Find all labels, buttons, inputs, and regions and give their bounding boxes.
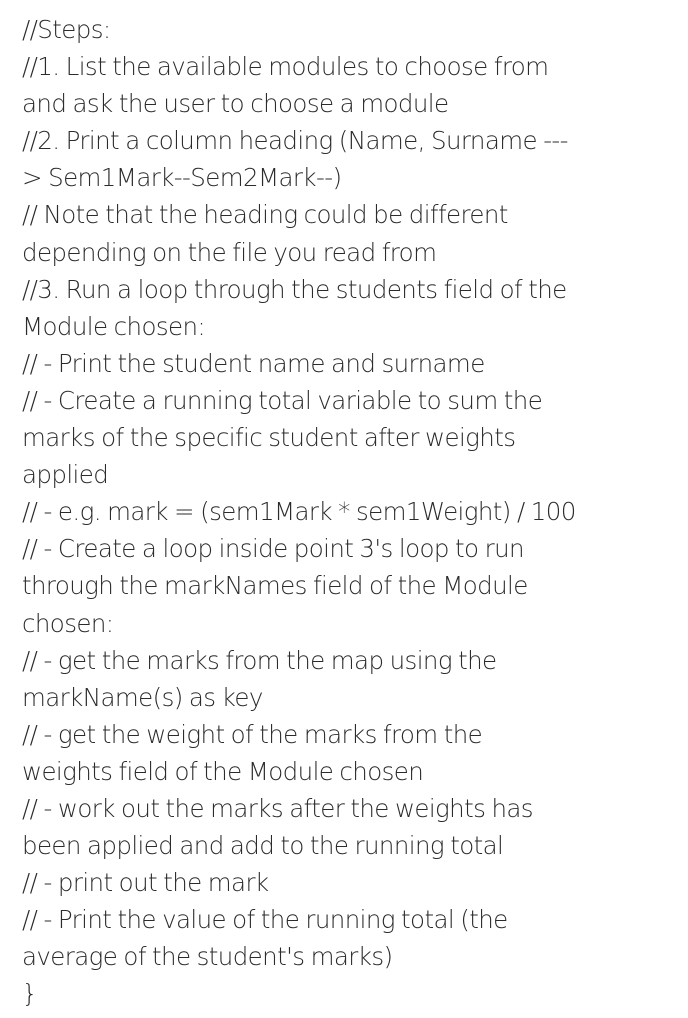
text-line: //Steps: (22, 15, 111, 44)
text-line: chosen: (22, 608, 114, 638)
text-line: //1. List the available modules to choos… (22, 52, 549, 82)
text-line: average of the student's marks) (22, 942, 393, 972)
text-line: //3. Run a loop through the students fie… (22, 274, 567, 304)
text-line: //2. Print a column heading (Name, Surna… (22, 126, 569, 156)
text-line: // - Create a running total variable to … (22, 385, 543, 415)
code-comment-document: //Steps: //1. List the available modules… (22, 11, 682, 1013)
text-line: depending on the file you read from (22, 237, 437, 267)
text-line: weights field of the Module chosen (22, 756, 424, 786)
text-line: // - print out the mark (22, 868, 269, 898)
text-line: // - Print the value of the running tota… (22, 905, 508, 935)
text-line: // - get the marks from the map using th… (22, 645, 497, 675)
text-line: been applied and add to the running tota… (22, 831, 504, 861)
text-line: applied (22, 460, 109, 490)
text-line: // - work out the marks after the weight… (22, 793, 534, 823)
text-line: // Note that the heading could be differ… (22, 200, 508, 230)
text-line: through the markNames field of the Modul… (22, 571, 528, 601)
text-line: > Sem1Mark--Sem2Mark--) (22, 163, 342, 193)
text-line: markName(s) as key (22, 682, 263, 712)
text-line: and ask the user to choose a module (22, 89, 449, 119)
text-line: Module chosen: (22, 311, 206, 341)
text-line: // - Create a loop inside point 3's loop… (22, 534, 525, 564)
text-line: // - Print the student name and surname (22, 348, 485, 378)
text-line: marks of the specific student after weig… (22, 423, 516, 453)
text-line: // - e.g. mark = (sem1Mark * sem1Weight)… (22, 497, 576, 527)
text-line: // - get the weight of the marks from th… (22, 719, 483, 749)
closing-brace: } (22, 979, 38, 1009)
